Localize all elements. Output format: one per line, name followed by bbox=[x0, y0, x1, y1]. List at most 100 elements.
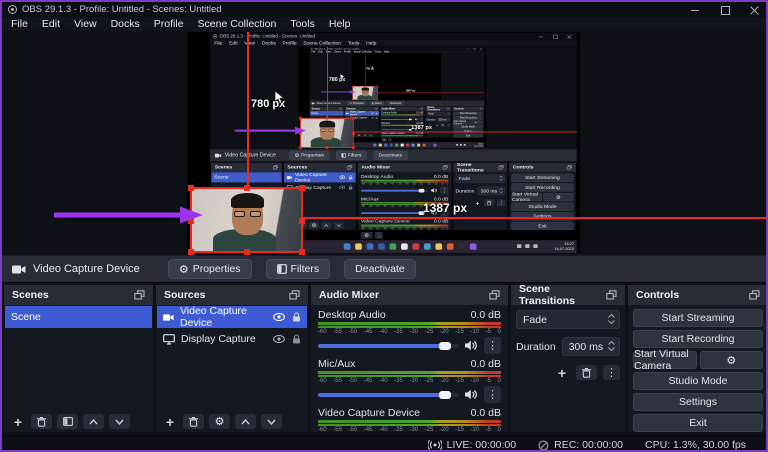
meter-tick: -20 bbox=[439, 427, 449, 433]
minimize-button[interactable] bbox=[690, 5, 700, 15]
channel-level: 0.0 dB bbox=[470, 357, 501, 370]
menu-edit[interactable]: Edit bbox=[42, 18, 60, 30]
visibility-eye-icon[interactable] bbox=[273, 313, 285, 321]
properties-button[interactable]: ⚙ Properties bbox=[167, 259, 252, 279]
sources-dock: Sources Video Capture Device Display Cap… bbox=[156, 285, 308, 432]
scene-transitions-dock: Scene Transitions Fade Duration 300 ms +… bbox=[511, 283, 625, 432]
webcam-person-glasses bbox=[234, 210, 261, 218]
camera-icon bbox=[12, 265, 26, 273]
selected-source-name: Video Capture Device bbox=[33, 263, 140, 275]
lock-icon[interactable] bbox=[292, 312, 301, 322]
settings-button[interactable]: Settings bbox=[633, 393, 763, 411]
remove-scene-button[interactable] bbox=[31, 414, 52, 429]
source-properties-button[interactable]: ⚙ bbox=[209, 414, 230, 429]
menu-scene-collection[interactable]: Scene Collection bbox=[198, 18, 277, 30]
move-scene-down-button[interactable] bbox=[109, 414, 130, 429]
filters-button[interactable]: Filters bbox=[265, 259, 331, 279]
webcam-video-source[interactable] bbox=[188, 185, 305, 255]
meter-tick: -55 bbox=[333, 427, 342, 433]
meter-tick: -10 bbox=[470, 427, 480, 433]
meter-tick: -50 bbox=[348, 427, 358, 433]
maximize-button[interactable] bbox=[720, 5, 730, 15]
camera-icon bbox=[163, 313, 174, 321]
meter-tick: -5 bbox=[485, 427, 491, 433]
meter-tick: -60 bbox=[318, 329, 327, 335]
remove-transition-button[interactable] bbox=[576, 365, 597, 380]
transition-select[interactable]: Fade bbox=[516, 310, 620, 329]
virtual-camera-settings-button[interactable]: ⚙ bbox=[699, 351, 763, 369]
meter-tick: -40 bbox=[378, 329, 388, 335]
remove-source-button[interactable] bbox=[183, 414, 204, 429]
selection-handle[interactable] bbox=[299, 218, 305, 224]
meter-tick: -15 bbox=[455, 427, 464, 433]
filter-icon bbox=[276, 264, 287, 274]
meter-tick: -50 bbox=[348, 329, 358, 335]
menu-help[interactable]: Help bbox=[329, 18, 351, 30]
screenshot-frame: OBS 29.1.3 - Profile: Untitled - Scenes:… bbox=[0, 0, 768, 452]
window-title: OBS 29.1.3 - Profile: Untitled - Scenes:… bbox=[22, 4, 222, 15]
volume-slider[interactable] bbox=[318, 390, 459, 399]
broadcast-icon bbox=[427, 440, 442, 450]
trash-icon bbox=[37, 416, 46, 427]
add-transition-button[interactable]: + bbox=[554, 365, 570, 380]
selection-handle[interactable] bbox=[244, 249, 250, 255]
title-bar: OBS 29.1.3 - Profile: Untitled - Scenes:… bbox=[2, 2, 766, 17]
source-item-display-capture[interactable]: Display Capture bbox=[157, 329, 307, 349]
meter-tick: -35 bbox=[394, 427, 403, 433]
live-status: LIVE: 00:00:00 bbox=[427, 439, 516, 450]
popout-icon[interactable] bbox=[606, 290, 617, 300]
move-scene-up-button[interactable] bbox=[83, 414, 104, 429]
preview-area: OBS 29.1.3 - Profile: Untitled - Scenes:… bbox=[2, 31, 766, 255]
scene-filters-button[interactable] bbox=[57, 414, 78, 429]
transition-properties-button[interactable]: ⋮ bbox=[603, 365, 620, 380]
studio-mode-button[interactable]: Studio Mode bbox=[633, 372, 763, 390]
meter-tick: -30 bbox=[409, 378, 419, 384]
selection-handle[interactable] bbox=[188, 185, 194, 191]
spinner-arrows-icon[interactable] bbox=[608, 341, 615, 351]
menu-tools[interactable]: Tools bbox=[290, 18, 315, 30]
meter-scale: -60 -55 -50 -45 -40 -35 -30 -25 -20 -15 -10 -5 0 bbox=[318, 328, 501, 336]
sources-dock-title: Sources bbox=[164, 289, 206, 301]
move-source-down-button[interactable] bbox=[261, 414, 282, 429]
popout-icon[interactable] bbox=[749, 290, 760, 300]
popout-icon[interactable] bbox=[134, 290, 145, 300]
menu-view[interactable]: View bbox=[74, 18, 97, 30]
duration-label: Duration bbox=[516, 340, 556, 353]
selection-handle[interactable] bbox=[299, 185, 305, 191]
selection-handle[interactable] bbox=[244, 185, 250, 191]
meter-scale: -60 -55 -50 -45 -40 -35 -30 -25 -20 -15 -10 -5 0 bbox=[318, 377, 501, 385]
start-virtual-camera-button[interactable]: Start Virtual Camera bbox=[633, 348, 697, 372]
visibility-eye-icon[interactable] bbox=[273, 335, 285, 343]
selection-handle[interactable] bbox=[299, 249, 305, 255]
lock-icon[interactable] bbox=[292, 334, 301, 344]
add-scene-button[interactable]: + bbox=[10, 414, 26, 429]
start-streaming-button[interactable]: Start Streaming bbox=[633, 309, 763, 327]
start-recording-button[interactable]: Start Recording bbox=[633, 330, 763, 348]
channel-name: Mic/Aux bbox=[318, 357, 356, 370]
meter-tick: -55 bbox=[333, 378, 342, 384]
duration-input[interactable]: 300 ms bbox=[561, 337, 620, 356]
menu-profile[interactable]: Profile bbox=[154, 18, 184, 30]
scene-item[interactable]: Scene bbox=[5, 306, 152, 328]
move-source-up-button[interactable] bbox=[235, 414, 256, 429]
add-source-button[interactable]: + bbox=[162, 414, 178, 429]
volume-slider[interactable] bbox=[318, 341, 459, 350]
source-item-video-capture[interactable]: Video Capture Device bbox=[157, 305, 307, 329]
popout-icon[interactable] bbox=[489, 290, 500, 300]
popout-icon[interactable] bbox=[289, 290, 300, 300]
speaker-icon[interactable] bbox=[465, 340, 478, 351]
speaker-icon[interactable] bbox=[465, 389, 478, 400]
meter-tick: -20 bbox=[439, 378, 449, 384]
channel-menu-button[interactable]: ⋮ bbox=[484, 386, 501, 403]
menu-file[interactable]: File bbox=[11, 18, 28, 30]
monitor-icon bbox=[163, 333, 175, 345]
audio-mixer-dock: Audio Mixer Desktop Audio 0.0 dB -60 -55-… bbox=[311, 285, 508, 450]
menu-docks[interactable]: Docks bbox=[111, 18, 140, 30]
selection-handle[interactable] bbox=[188, 249, 194, 255]
deactivate-button[interactable]: Deactivate bbox=[344, 259, 416, 279]
channel-menu-button[interactable]: ⋮ bbox=[484, 337, 501, 354]
exit-button[interactable]: Exit bbox=[633, 414, 763, 432]
meter-tick: -55 bbox=[333, 329, 342, 335]
meter-tick: 0 bbox=[497, 329, 501, 335]
close-button[interactable] bbox=[750, 5, 760, 15]
